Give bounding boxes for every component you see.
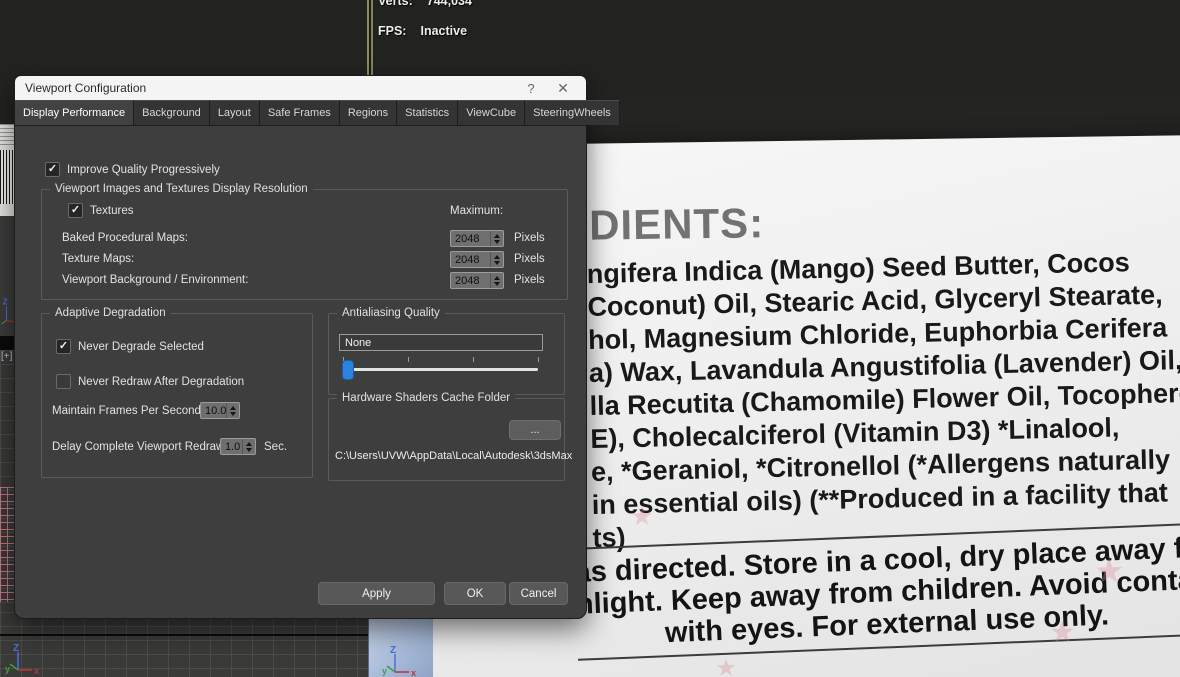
check-icon: ✓ <box>58 340 69 352</box>
spinner-arrows-icon[interactable] <box>490 231 503 246</box>
axis-gizmo-icon: Z y x <box>5 643 39 675</box>
tab-background[interactable]: Background <box>134 100 210 125</box>
ok-button[interactable]: OK <box>444 582 506 605</box>
spinner-value: 2048 <box>455 274 480 287</box>
fps-stat: FPS: Inactive <box>378 24 467 38</box>
viewport-background-label: Viewport Background / Environment: <box>62 274 249 286</box>
spinner-value: 10.0 <box>205 404 227 417</box>
checkbox-checked-icon: ✓ <box>56 339 71 354</box>
improve-quality-checkbox[interactable]: ✓ Improve Quality Progressively <box>45 162 220 177</box>
texture-maps-label: Texture Maps: <box>62 253 135 265</box>
baked-procedural-maps-label: Baked Procedural Maps: <box>62 232 188 244</box>
dialog-tabbar: Display Performance Background Layout Sa… <box>15 100 620 126</box>
fps-label: FPS: <box>378 24 407 38</box>
delay-redraw-spinner[interactable]: 1.0 <box>220 438 256 455</box>
spinner-arrows-icon[interactable] <box>226 403 239 418</box>
resolution-group: Viewport Images and Textures Display Res… <box>41 183 568 300</box>
textures-checkbox[interactable]: ✓ Textures <box>68 203 133 218</box>
delay-redraw-label: Delay Complete Viewport Redraw: <box>52 441 228 453</box>
antialiasing-group: Antialiasing Quality None <box>328 307 565 395</box>
pixels-unit: Pixels <box>514 232 545 244</box>
tab-layout[interactable]: Layout <box>209 100 260 125</box>
browse-button[interactable]: ... <box>509 420 561 440</box>
barcode-fragment <box>0 150 14 204</box>
antialiasing-title: Antialiasing Quality <box>337 307 445 319</box>
dialog-title: Viewport Configuration <box>25 81 147 95</box>
axis-y-label: y <box>5 664 10 674</box>
cancel-button[interactable]: Cancel <box>509 582 568 605</box>
spinner-value: 1.0 <box>225 440 241 453</box>
left-black-strip <box>0 336 14 350</box>
axis-x-label: x <box>411 668 416 677</box>
antialiasing-quality-field[interactable]: None <box>339 334 543 351</box>
directions-text: as directed. Store in a cool, dry place … <box>573 523 1180 661</box>
slider-ticks <box>343 357 539 362</box>
tab-safe-frames[interactable]: Safe Frames <box>259 100 340 125</box>
check-icon: ✓ <box>70 204 81 216</box>
ingredients-heading: DIENTS: <box>588 199 765 249</box>
tab-statistics[interactable]: Statistics <box>397 100 459 125</box>
checkbox-checked-icon: ✓ <box>45 162 60 177</box>
verts-value: 744,034 <box>426 0 472 8</box>
tab-display-performance[interactable]: Display Performance <box>15 100 135 125</box>
axis-gizmo-icon: Z y x <box>382 645 416 677</box>
cache-folder-title: Hardware Shaders Cache Folder <box>337 392 516 404</box>
dialog-titlebar[interactable]: Viewport Configuration ? ✕ <box>15 76 586 100</box>
textures-label: Textures <box>90 204 134 217</box>
verts-label: Verts: <box>378 0 413 8</box>
cache-folder-group: Hardware Shaders Cache Folder ... C:\Use… <box>328 392 572 481</box>
spinner-arrows-icon[interactable] <box>242 439 255 454</box>
star-decoration-icon: ★ <box>715 654 738 677</box>
maintain-fps-spinner[interactable]: 10.0 <box>200 402 240 419</box>
improve-quality-label: Improve Quality Progressively <box>67 163 220 176</box>
pixels-unit: Pixels <box>514 253 545 265</box>
help-icon[interactable]: ? <box>516 76 546 100</box>
screen: Verts: 744,034 FPS: Inactive DIENTS: ngife… <box>0 0 1180 677</box>
pixels-unit: Pixels <box>514 274 545 286</box>
viewport-background-spinner[interactable]: 2048 <box>450 272 504 289</box>
spinner-value: 2048 <box>455 232 480 245</box>
tab-viewcube[interactable]: ViewCube <box>458 100 526 125</box>
axis-x-label: x <box>34 666 39 675</box>
adaptive-degradation-title: Adaptive Degradation <box>50 307 171 319</box>
viewport-corner-menu[interactable]: [+] <box>1 351 12 362</box>
wireframe-object-fragment <box>0 487 14 602</box>
antialiasing-slider-track[interactable] <box>342 368 538 371</box>
check-icon: ✓ <box>47 163 58 175</box>
spinner-arrows-icon[interactable] <box>490 252 503 267</box>
resolution-group-title: Viewport Images and Textures Display Res… <box>50 183 313 195</box>
checkbox-checked-icon: ✓ <box>68 203 83 218</box>
fps-value: Inactive <box>420 24 468 38</box>
antialiasing-slider-handle[interactable] <box>342 360 354 380</box>
never-degrade-label: Never Degrade Selected <box>78 340 204 353</box>
tab-steeringwheels[interactable]: SteeringWheels <box>525 100 620 125</box>
spinner-value: 2048 <box>455 253 480 266</box>
never-redraw-checkbox[interactable]: ✓ Never Redraw After Degradation <box>56 374 244 389</box>
apply-button[interactable]: Apply <box>318 582 435 605</box>
baked-procedural-maps-spinner[interactable]: 2048 <box>450 230 504 247</box>
maintain-fps-label: Maintain Frames Per Second: <box>52 405 205 417</box>
texture-maps-spinner[interactable]: 2048 <box>450 251 504 268</box>
sec-unit: Sec. <box>264 441 288 453</box>
axis-y-label: y <box>382 666 387 676</box>
axis-z-label: Z <box>3 298 8 307</box>
ground-axis-line <box>0 634 369 636</box>
viewport-border-line <box>367 0 373 80</box>
never-degrade-checkbox[interactable]: ✓ Never Degrade Selected <box>56 339 204 354</box>
check-icon: ✓ <box>59 376 68 387</box>
never-redraw-label: Never Redraw After Degradation <box>78 375 245 388</box>
adaptive-degradation-group: Adaptive Degradation ✓ Never Degrade Sel… <box>41 307 313 478</box>
ingredients-text: ngifera Indica (Mango) Seed Butter, Coco… <box>586 245 1180 555</box>
checkbox-unchecked-icon: ✓ <box>56 374 71 389</box>
close-icon[interactable]: ✕ <box>548 76 578 100</box>
verts-stat: Verts: 744,034 <box>378 0 472 8</box>
maximum-label: Maximum: <box>450 205 504 217</box>
viewport-configuration-dialog: Viewport Configuration ? ✕ Display Perfo… <box>14 75 620 619</box>
cache-folder-path: C:\Users\UVW\AppData\Local\Autodesk\3dsM… <box>335 450 573 462</box>
spinner-arrows-icon[interactable] <box>490 273 503 288</box>
tab-regions[interactable]: Regions <box>339 100 398 125</box>
